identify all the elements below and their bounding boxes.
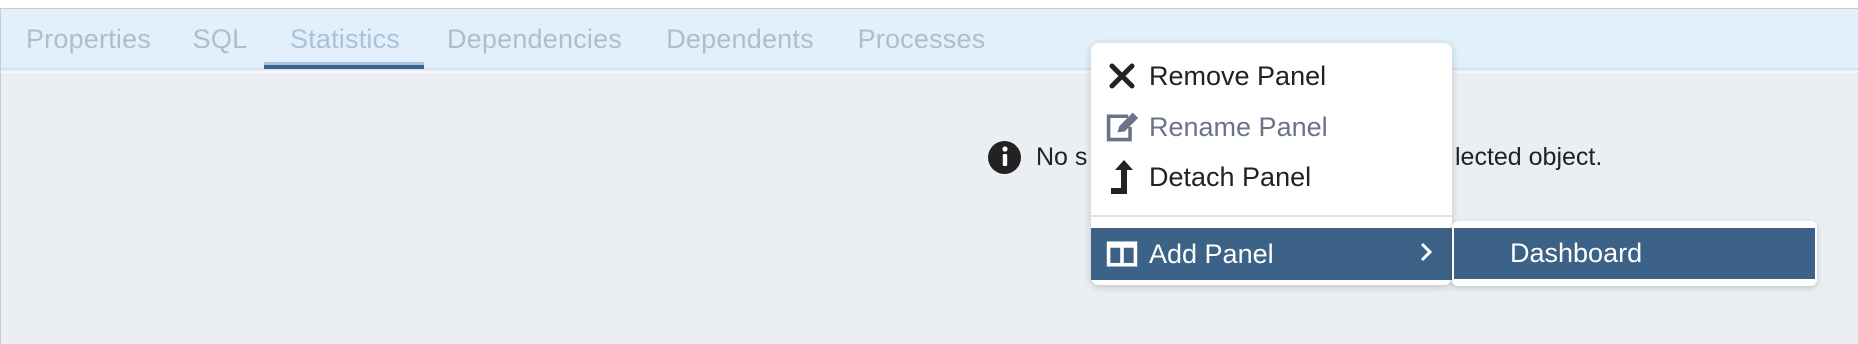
tab-dependents[interactable]: Dependents	[662, 9, 818, 70]
menu-item-add-panel[interactable]: Add Panel	[1091, 228, 1452, 280]
menu-item-remove-panel[interactable]: Remove Panel	[1091, 51, 1452, 101]
content-divider	[1, 71, 1858, 73]
empty-state-message: No s	[988, 140, 1087, 174]
add-panel-submenu: Dashboard	[1452, 221, 1817, 286]
close-icon	[1105, 59, 1139, 93]
tab-statistics[interactable]: Statistics	[265, 9, 425, 70]
detach-icon	[1105, 160, 1139, 194]
tab-active-underline	[264, 65, 424, 69]
tab-sql[interactable]: SQL	[190, 9, 250, 70]
edit-icon	[1105, 110, 1139, 144]
tab-processes[interactable]: Processes	[853, 9, 990, 70]
tab-dependencies[interactable]: Dependencies	[442, 9, 627, 70]
menu-item-label: Remove Panel	[1149, 60, 1327, 91]
menu-item-detach-panel[interactable]: Detach Panel	[1091, 152, 1452, 202]
columns-icon	[1105, 237, 1139, 271]
chevron-right-icon	[1418, 240, 1434, 271]
empty-state-text-start: No s	[1036, 142, 1088, 171]
info-icon	[988, 140, 1021, 174]
panel-context-menu: Remove Panel Rename Panel Detach Panel A…	[1091, 43, 1452, 285]
tab-properties[interactable]: Properties	[21, 9, 156, 70]
menu-item-label: Detach Panel	[1149, 161, 1312, 192]
menu-separator	[1091, 215, 1452, 217]
submenu-item-dashboard[interactable]: Dashboard	[1454, 228, 1815, 279]
empty-state-text-end: lected object.	[1455, 142, 1603, 171]
tab-bar: Properties SQL Statistics Dependencies D…	[1, 9, 1858, 70]
menu-item-label: Rename Panel	[1149, 111, 1328, 142]
menu-item-rename-panel[interactable]: Rename Panel	[1091, 102, 1452, 152]
menu-item-label: Add Panel	[1149, 238, 1274, 269]
